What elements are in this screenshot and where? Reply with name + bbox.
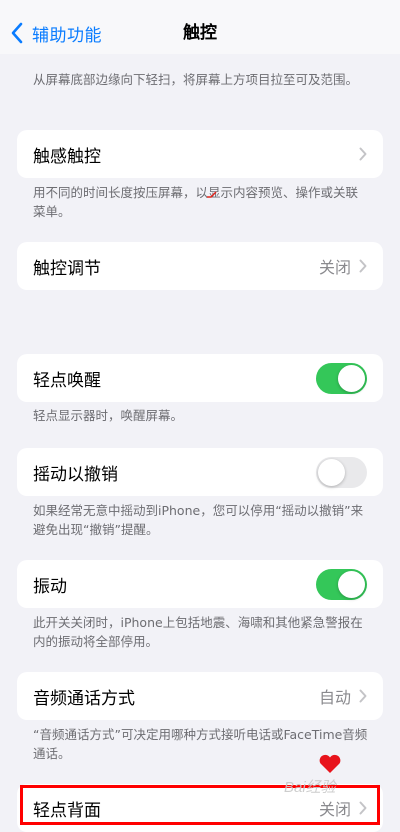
red-tick-mark [207,191,217,198]
haptic-touch-label: 触感触控 [33,146,101,167]
chevron-right-icon [359,147,367,161]
page-title: 触控 [183,23,217,43]
reachability-footnote: 从屏幕底部边缘向下轻扫，将屏幕上方项目拉至可及范围。 [33,72,359,87]
tap-to-wake-footnote: 轻点显示器时，唤醒屏幕。 [33,408,184,423]
tap-to-wake-label: 轻点唤醒 [33,370,101,391]
shake-to-undo-switch[interactable] [316,456,367,488]
switch-knob [338,570,365,598]
chevron-right-icon [359,259,367,273]
vibration-footnote: 此开关关闭时，iPhone上包括地震、海啸和其他紧急警报在内的振动将全部停用。 [33,615,363,649]
tap-to-wake-row: 轻点唤醒 [17,354,383,402]
watermark-text: Bai经验 [284,779,336,796]
chevron-right-icon [359,689,367,703]
heart-icon [319,754,341,773]
touch-accommodations-value: 关闭 [318,258,351,277]
touch-accommodations-label: 触控调节 [33,258,101,279]
call-audio-routing-value: 自动 [318,688,351,707]
switch-knob [318,458,345,486]
vibration-switch[interactable] [316,568,367,600]
shake-to-undo-label: 摇动以撤销 [33,464,118,485]
vibration-label: 振动 [33,576,67,597]
call-audio-routing-row[interactable]: 音频通话方式 自动 [17,672,383,720]
haptic-touch-footnote: 用不同的时间长度按压屏幕，以显示内容预览、操作或关联菜单。 [33,185,359,219]
vibration-row: 振动 [17,560,383,608]
navigation-bar: 辅助功能 触控 [0,0,400,54]
shake-to-undo-row: 摇动以撤销 [17,448,383,496]
touch-accommodations-row[interactable]: 触控调节 关闭 [17,242,383,290]
shake-to-undo-footnote: 如果经常无意中摇动到iPhone，您可以停用“摇动以撤销”来避免出现“撤销”提醒… [33,503,364,537]
call-audio-routing-label: 音频通话方式 [33,688,135,709]
switch-knob [338,364,365,392]
watermark: Bai经验 [284,752,374,812]
haptic-touch-row[interactable]: 触感触控 [17,130,383,178]
tap-to-wake-switch[interactable] [316,362,367,394]
